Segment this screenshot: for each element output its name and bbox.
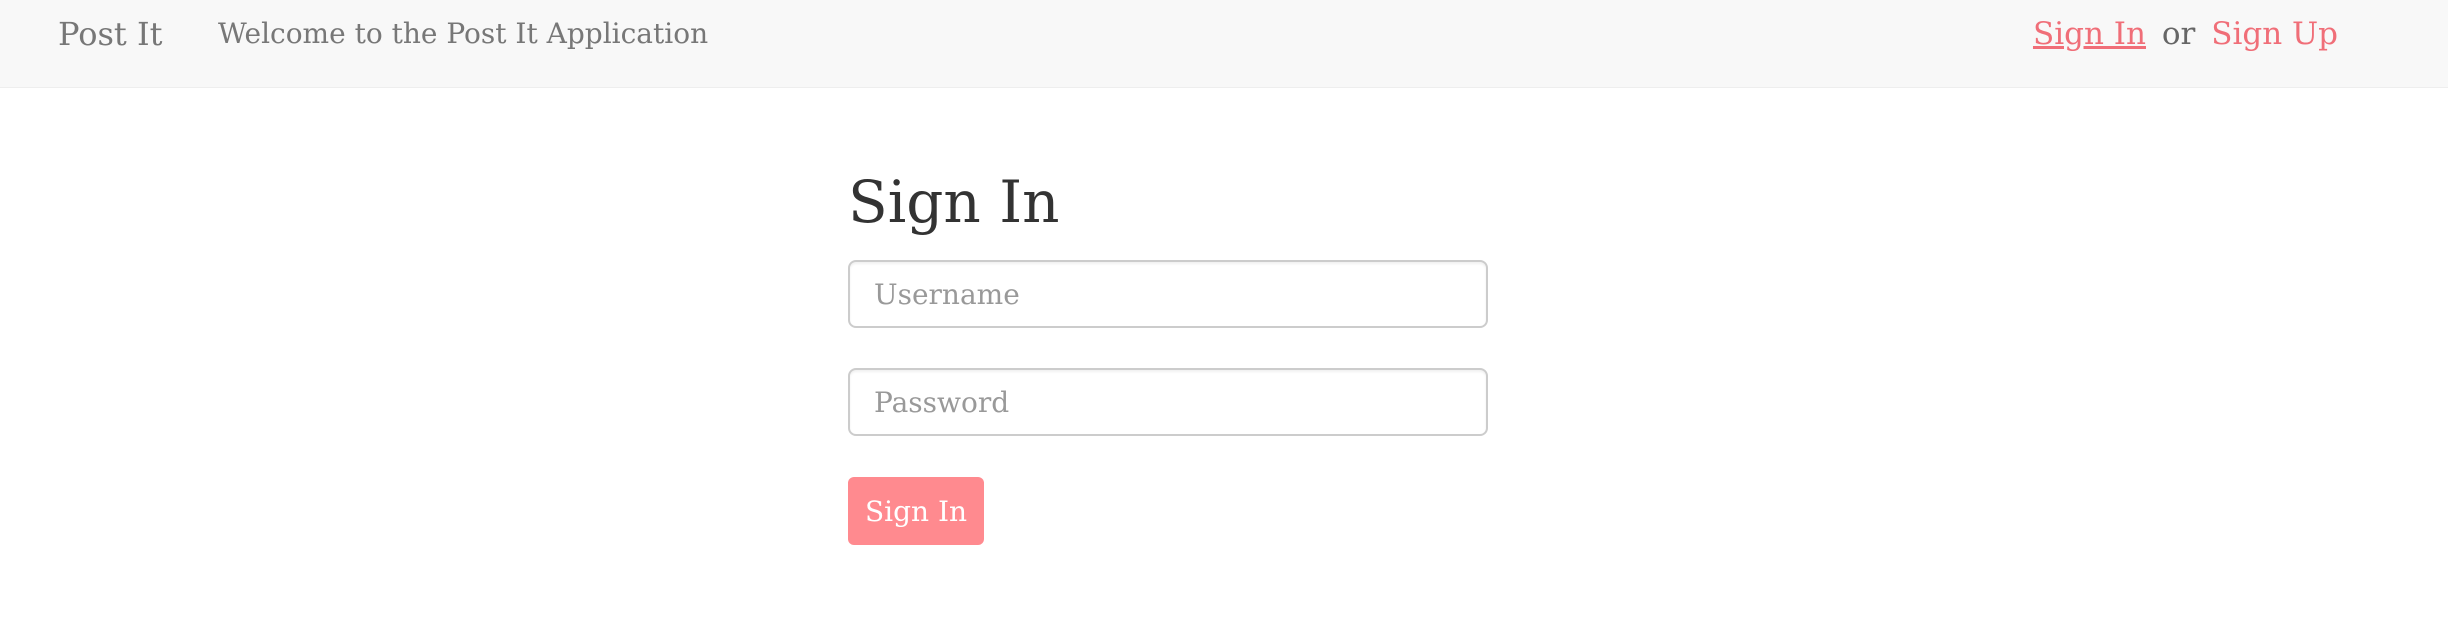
welcome-tagline: Welcome to the Post It Application — [218, 17, 709, 50]
auth-links: Sign In or Sign Up — [2033, 14, 2338, 54]
auth-separator: or — [2161, 16, 2196, 52]
sign-in-link[interactable]: Sign In — [2033, 16, 2146, 52]
username-input[interactable] — [848, 260, 1488, 328]
top-navbar: Post It Welcome to the Post It Applicati… — [0, 0, 2448, 88]
sign-up-link[interactable]: Sign Up — [2211, 16, 2338, 52]
sign-in-form: Sign In Sign In — [848, 162, 1488, 545]
page-title: Sign In — [848, 168, 1060, 236]
password-input[interactable] — [848, 368, 1488, 436]
sign-in-button[interactable]: Sign In — [848, 477, 984, 545]
brand-logo-text[interactable]: Post It — [58, 14, 162, 54]
